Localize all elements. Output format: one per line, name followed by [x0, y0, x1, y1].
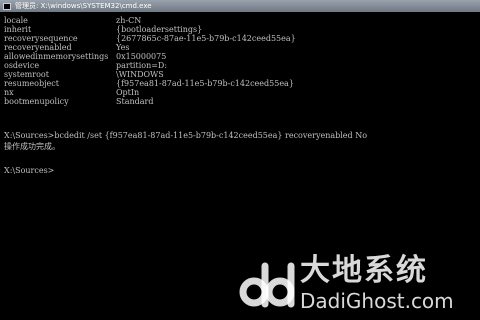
setting-value: {2677865c-87ae-11e5-b79b-c142ceed55ea} — [116, 34, 296, 43]
console-line: allowedinmemorysettings 0x15000075 — [4, 52, 166, 61]
setting-key: resumeobject — [4, 79, 59, 88]
setting-key: bootmenupolicy — [4, 97, 69, 106]
setting-value: \WINDOWS — [116, 70, 164, 79]
result-line: 操作成功完成。 — [4, 142, 60, 151]
setting-key: nx — [4, 88, 14, 97]
title-bar[interactable]: 管理员: X:\windows\SYSTEM32\cmd.exe — [0, 0, 480, 12]
setting-value: 0x15000075 — [116, 52, 167, 61]
watermark: 大地系统 DadiGhost.com — [236, 254, 476, 316]
setting-key: allowedinmemorysettings — [4, 52, 109, 61]
cmd-window: 管理员: X:\windows\SYSTEM32\cmd.exe locale z… — [0, 0, 480, 320]
watermark-brand-en: DadiGhost.com — [300, 289, 454, 313]
console-line: bootmenupolicy Standard — [4, 97, 153, 106]
setting-key: systemroot — [4, 70, 49, 79]
console-line: locale zh-CN — [4, 16, 141, 25]
console-line: recoveryenabled Yes — [4, 43, 129, 52]
setting-value: Standard — [116, 97, 154, 106]
console-line: systemroot \WINDOWS — [4, 70, 164, 79]
setting-key: recoverysequence — [4, 34, 78, 43]
window-title: 管理员: X:\windows\SYSTEM32\cmd.exe — [15, 2, 152, 10]
console-line: inherit {bootloadersettings} — [4, 25, 202, 34]
setting-value: OptIn — [116, 88, 140, 97]
setting-key: locale — [4, 16, 28, 25]
watermark-brand-cn: 大地系统 — [300, 253, 428, 288]
console-line: osdevice partition=D: — [4, 61, 167, 70]
prompt-line[interactable]: X:\Sources> — [4, 166, 54, 175]
console-line: resumeobject {f957ea81-87ad-11e5-b79b-c14… — [4, 79, 294, 88]
console-line: nx OptIn — [4, 88, 139, 97]
command-line: X:\Sources>bcdedit /set {f957ea81-87ad-1… — [4, 131, 368, 140]
setting-value: partition=D: — [116, 61, 168, 70]
setting-key: recoveryenabled — [4, 43, 72, 52]
setting-value: {bootloadersettings} — [116, 25, 203, 34]
setting-value: zh-CN — [116, 16, 142, 25]
console-line: recoverysequence {2677865c-87ae-11e5-b79b… — [4, 34, 296, 43]
dadighost-logo-icon — [239, 262, 295, 308]
setting-value: Yes — [116, 43, 130, 52]
setting-value: {f957ea81-87ad-11e5-b79b-c142ceed55ea} — [116, 79, 294, 88]
cmd-app-icon — [3, 2, 11, 10]
setting-key: inherit — [4, 25, 32, 34]
setting-key: osdevice — [4, 61, 40, 70]
